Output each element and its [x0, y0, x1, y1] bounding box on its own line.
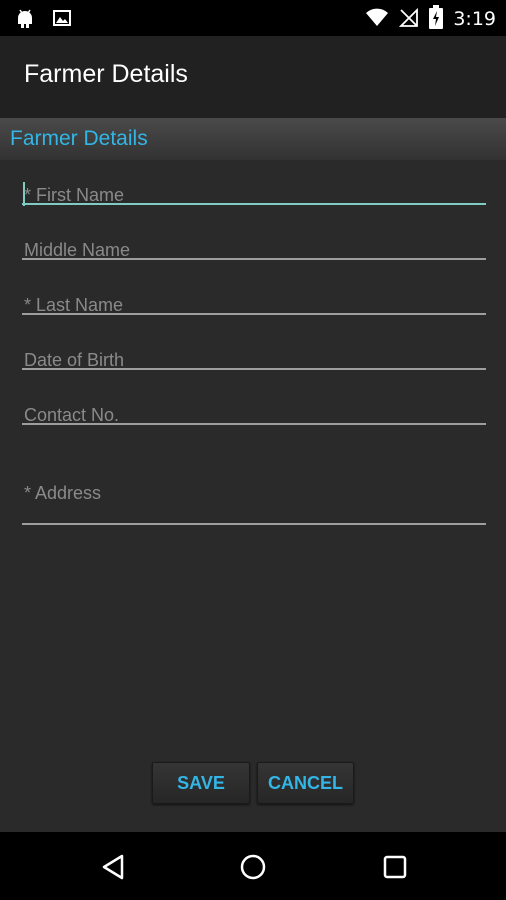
address-underline — [22, 523, 486, 525]
status-bar: 3:19 — [0, 0, 506, 36]
address-placeholder: * Address — [24, 483, 102, 503]
contact-number-field[interactable]: Contact No. — [22, 400, 486, 430]
battery-charging-icon — [429, 5, 444, 33]
first-name-underline — [22, 203, 486, 205]
contact-number-underline — [22, 423, 486, 425]
first-name-field[interactable]: * First Name — [22, 180, 486, 210]
middle-name-underline — [22, 258, 486, 260]
page-title: Farmer Details — [24, 60, 188, 88]
image-icon — [52, 8, 72, 32]
date-of-birth-underline — [22, 368, 486, 370]
navigation-bar — [0, 832, 506, 900]
clock: 3:19 — [453, 8, 496, 30]
form-content: Farmer Details * First Name Middle Name … — [0, 118, 506, 832]
back-icon[interactable] — [98, 852, 128, 882]
save-button[interactable]: SAVE — [152, 762, 250, 804]
wifi-icon — [365, 6, 389, 32]
app-bar: Farmer Details — [0, 36, 506, 118]
last-name-underline — [22, 313, 486, 315]
recents-icon[interactable] — [380, 852, 410, 882]
section-header: Farmer Details — [0, 118, 506, 160]
android-icon — [14, 7, 36, 33]
no-signal-icon — [399, 6, 419, 32]
home-icon[interactable] — [238, 852, 268, 882]
section-title: Farmer Details — [10, 127, 148, 150]
last-name-field[interactable]: * Last Name — [22, 290, 486, 320]
cancel-button[interactable]: CANCEL — [257, 762, 354, 804]
middle-name-field[interactable]: Middle Name — [22, 235, 486, 265]
address-field[interactable]: * Address — [22, 468, 486, 528]
date-of-birth-field[interactable]: Date of Birth — [22, 345, 486, 375]
